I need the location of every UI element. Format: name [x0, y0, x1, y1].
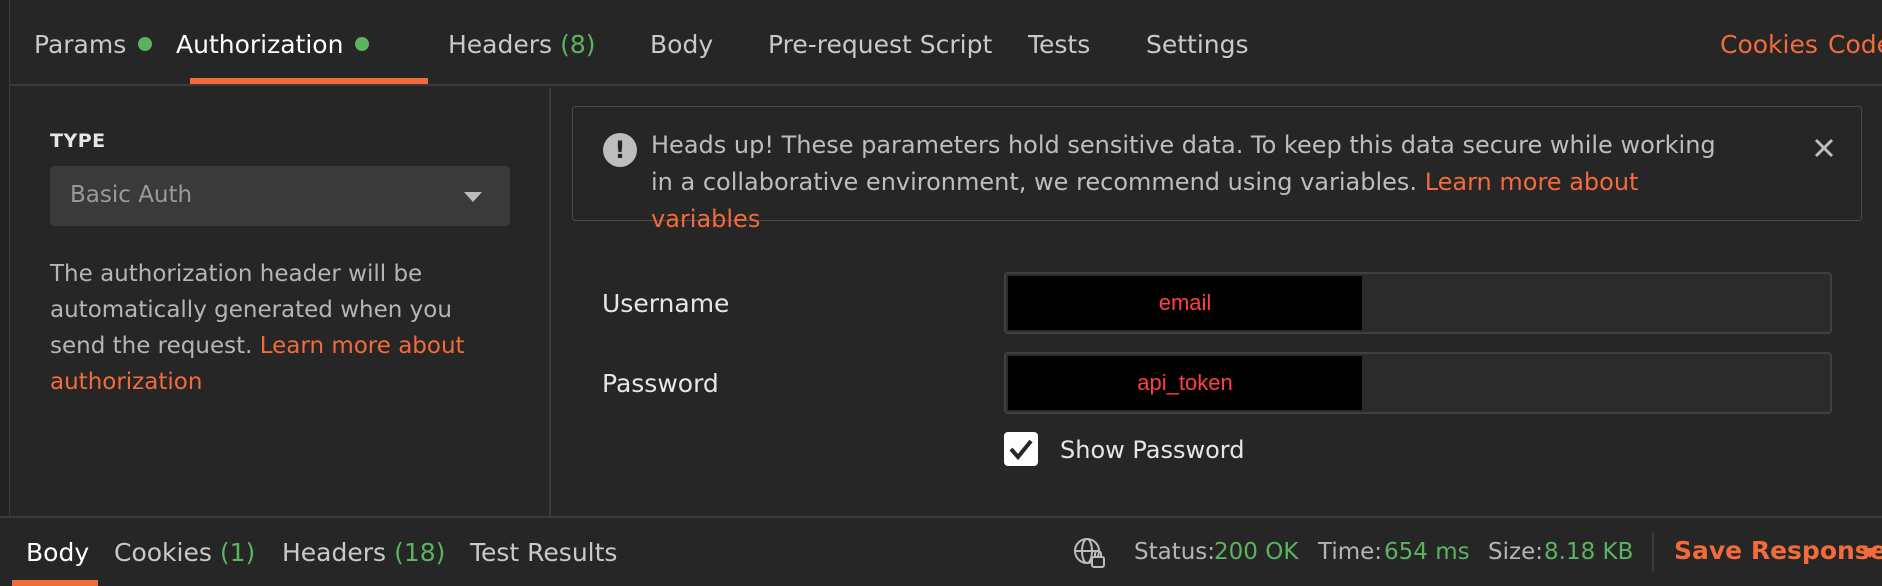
request-panel: Params Authorization Headers (8) Body Pre… — [0, 0, 1882, 586]
tab-pre-request-script[interactable]: Pre-request Script — [768, 30, 992, 86]
tab-tests[interactable]: Tests — [1028, 30, 1090, 86]
tab-settings-label: Settings — [1146, 30, 1249, 59]
status-dot-icon — [138, 37, 153, 51]
tab-params[interactable]: Params — [34, 30, 153, 86]
username-label: Username — [602, 289, 730, 318]
cookies-link[interactable]: Cookies — [1720, 30, 1818, 59]
status-value: 200 OK — [1214, 539, 1299, 565]
status-dot-icon — [355, 37, 370, 51]
chevron-down-icon — [464, 192, 482, 202]
response-tab-test-results-label: Test Results — [470, 538, 618, 567]
response-tab-test-results[interactable]: Test Results — [470, 538, 617, 567]
password-value: api_token — [1008, 356, 1362, 410]
tab-pre-request-script-label: Pre-request Script — [768, 30, 993, 59]
size-label: Size: — [1488, 539, 1543, 565]
password-label: Password — [602, 369, 719, 398]
tab-headers[interactable]: Headers (8) — [448, 30, 595, 86]
auth-type-pane: TYPE Basic Auth The authorization header… — [10, 88, 551, 516]
response-tab-headers-count: (18) — [394, 538, 446, 567]
request-tabbar: Params Authorization Headers (8) Body Pre… — [10, 0, 1882, 86]
auth-type-value: Basic Auth — [70, 182, 193, 208]
password-field[interactable]: api_token — [1004, 352, 1832, 414]
sensitive-data-alert: ! Heads up! These parameters hold sensit… — [572, 106, 1862, 233]
show-password-checkbox[interactable] — [1004, 432, 1038, 466]
type-label: TYPE — [50, 130, 106, 152]
tab-authorization-label: Authorization — [176, 30, 344, 59]
save-response-button[interactable]: Save Response — [1674, 536, 1882, 565]
response-tab-cookies-count: (1) — [219, 538, 256, 567]
close-icon[interactable] — [1809, 133, 1839, 163]
time-label: Time: — [1318, 539, 1383, 565]
response-tab-body-label: Body — [26, 538, 90, 567]
globe-lock-icon[interactable] — [1072, 536, 1106, 570]
status-label: Status: — [1134, 539, 1216, 565]
tab-params-label: Params — [34, 30, 127, 59]
tab-tests-label: Tests — [1028, 30, 1091, 59]
tab-settings[interactable]: Settings — [1146, 30, 1249, 86]
response-tab-headers[interactable]: Headers (18) — [282, 538, 445, 567]
size-value: 8.18 KB — [1544, 539, 1634, 565]
active-tab-indicator — [190, 78, 428, 84]
checkmark-icon — [1009, 439, 1033, 461]
alert-message: Heads up! These parameters hold sensitiv… — [651, 127, 1731, 238]
exclamation-icon: ! — [603, 133, 637, 167]
username-value: email — [1008, 276, 1362, 330]
active-response-tab-indicator — [12, 580, 98, 586]
time-value: 654 ms — [1384, 539, 1470, 565]
response-tab-cookies-label: Cookies — [114, 538, 212, 567]
username-field[interactable]: email — [1004, 272, 1832, 334]
tab-headers-count: (8) — [560, 30, 596, 59]
response-tab-cookies[interactable]: Cookies (1) — [114, 538, 255, 567]
response-tab-headers-label: Headers — [282, 538, 387, 567]
tab-headers-label: Headers — [448, 30, 553, 59]
tab-body[interactable]: Body — [650, 30, 713, 86]
divider — [1652, 532, 1654, 572]
code-link[interactable]: Code — [1828, 30, 1882, 59]
left-sidebar-edge — [0, 0, 10, 586]
response-tab-body[interactable]: Body — [26, 538, 89, 567]
auth-type-select[interactable]: Basic Auth — [50, 166, 510, 226]
tab-body-label: Body — [650, 30, 714, 59]
auth-help-text: The authorization header will be automat… — [50, 256, 510, 400]
show-password-label[interactable]: Show Password — [1060, 436, 1245, 464]
chevron-down-icon[interactable] — [1862, 548, 1878, 558]
response-bar: Body Cookies (1) Headers (18) Test Results… — [0, 516, 1882, 586]
